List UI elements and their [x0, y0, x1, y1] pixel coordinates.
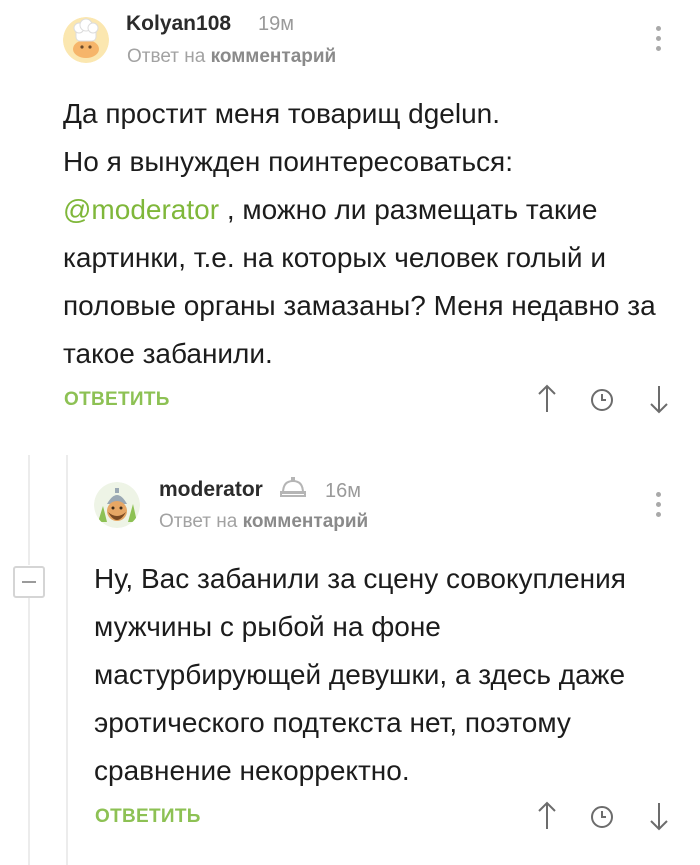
arrow-down-icon[interactable] [648, 801, 670, 831]
more-options-icon[interactable] [654, 26, 662, 56]
reply-to-line: Ответ на комментарий [127, 46, 336, 68]
more-options-icon[interactable] [654, 492, 662, 522]
arrow-up-icon[interactable] [536, 801, 558, 831]
reply-thread-line [66, 455, 68, 865]
collapse-thread-button[interactable] [13, 566, 45, 598]
comment-time: 19м [258, 13, 294, 35]
reply-button[interactable]: ОТВЕТИТЬ [95, 806, 201, 828]
moderator-hat-icon [280, 477, 306, 497]
reply-target-link[interactable]: комментарий [243, 511, 369, 532]
comment-body: Да простит меня товарищ dgelun. Но я вын… [63, 90, 673, 378]
comment-time: 16м [325, 480, 361, 502]
knight-avatar-icon [94, 482, 140, 528]
avatar[interactable] [94, 482, 140, 528]
chef-avatar-icon [63, 17, 109, 63]
avatar[interactable] [63, 17, 109, 63]
mention-link[interactable]: @moderator [63, 194, 219, 225]
clock-icon[interactable] [590, 805, 614, 829]
reply-to-line: Ответ на комментарий [159, 511, 368, 533]
arrow-down-icon[interactable] [648, 384, 670, 414]
reply-prefix: Ответ на [127, 46, 206, 67]
reply-button[interactable]: ОТВЕТИТЬ [64, 389, 170, 411]
thread-rail-bottom [28, 598, 30, 865]
comment-body: Ну, Вас забанили за сцену совокупления м… [94, 563, 626, 786]
comment-author[interactable]: moderator [159, 478, 263, 502]
arrow-up-icon[interactable] [536, 384, 558, 414]
thread-rail-top [28, 455, 30, 565]
clock-icon[interactable] [590, 388, 614, 412]
reply-prefix: Ответ на [159, 511, 238, 532]
reply-target-link[interactable]: комментарий [211, 46, 337, 67]
comment-author[interactable]: Kolyan108 [126, 12, 231, 36]
comment-text: Да простит меня товарищ dgelun. Но я вын… [63, 98, 513, 177]
